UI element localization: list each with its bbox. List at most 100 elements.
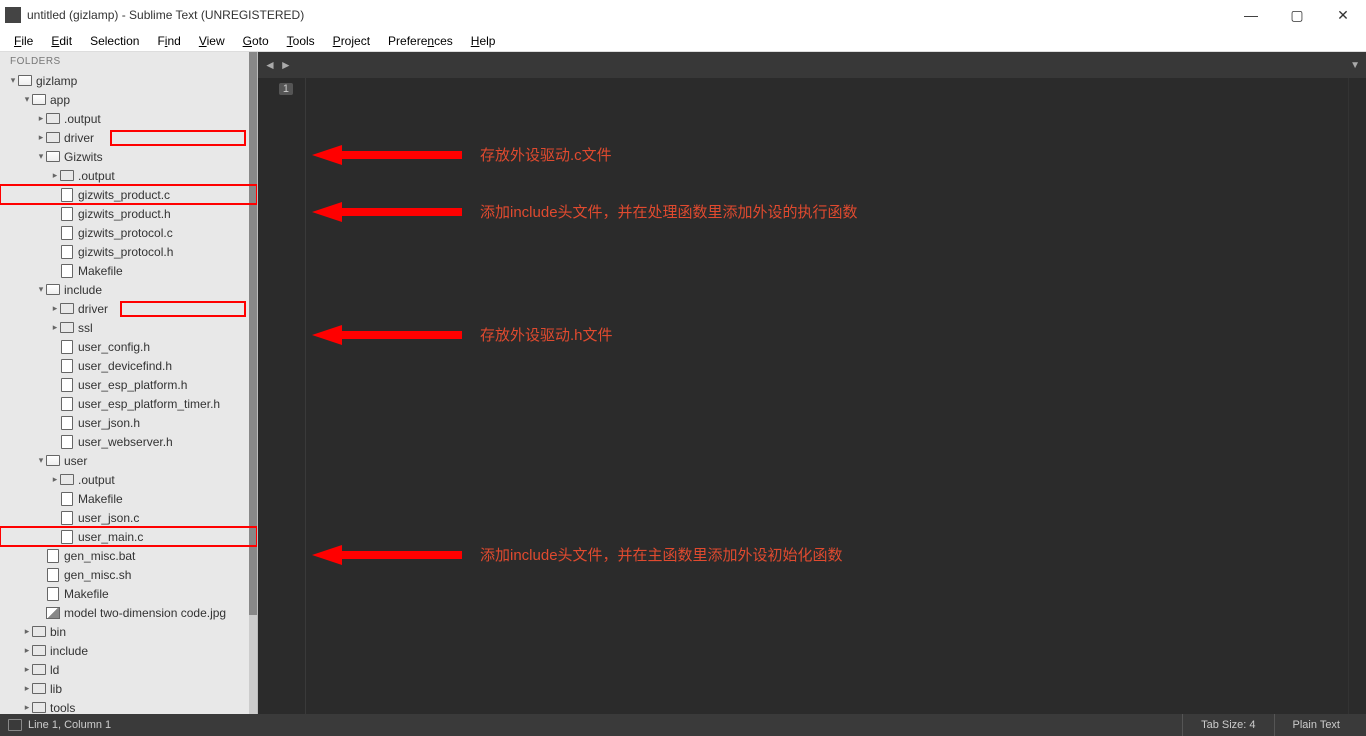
menu-edit[interactable]: Edit: [43, 32, 80, 50]
expand-arrow-icon[interactable]: ▾: [36, 151, 46, 162]
tree-item-label: lib: [50, 682, 62, 696]
tree-item-label: user_devicefind.h: [78, 359, 172, 373]
menu-goto[interactable]: Goto: [235, 32, 277, 50]
tree-item-label: Makefile: [78, 264, 123, 278]
folder-icon: [46, 131, 60, 145]
menu-file[interactable]: File: [6, 32, 41, 50]
file-icon: [60, 378, 74, 392]
tree-item[interactable]: ▾ Gizwits: [0, 147, 257, 166]
tree-item[interactable]: ▸ld: [0, 660, 257, 679]
menu-selection[interactable]: Selection: [82, 32, 147, 50]
tree-item[interactable]: ▸.output: [0, 470, 257, 489]
tree-item[interactable]: user_webserver.h: [0, 432, 257, 451]
tree-item[interactable]: ▸.output: [0, 109, 257, 128]
tree-item-label: user_config.h: [78, 340, 150, 354]
tab-menu-icon[interactable]: ▼: [1350, 60, 1360, 71]
tree-item[interactable]: user_main.c: [0, 527, 257, 546]
tab-strip: ◄ ► ▼: [258, 52, 1366, 78]
highlight-box: [120, 301, 246, 317]
tree-item[interactable]: user_config.h: [0, 337, 257, 356]
tree-item[interactable]: ▾app: [0, 90, 257, 109]
menu-tools[interactable]: Tools: [279, 32, 323, 50]
minimap[interactable]: [1348, 78, 1366, 714]
code-area[interactable]: 存放外设驱动.c文件添加include头文件，并在处理函数里添加外设的执行函数存…: [306, 78, 1348, 714]
console-icon[interactable]: [8, 719, 22, 731]
tree-item[interactable]: gizwits_protocol.h: [0, 242, 257, 261]
expand-arrow-icon[interactable]: ▸: [50, 474, 60, 485]
tree-item[interactable]: ▸bin: [0, 622, 257, 641]
status-syntax[interactable]: Plain Text: [1274, 714, 1359, 736]
expand-arrow-icon[interactable]: ▸: [36, 113, 46, 124]
folder-icon: [32, 644, 46, 658]
expand-arrow-icon[interactable]: ▸: [50, 322, 60, 333]
expand-arrow-icon[interactable]: ▸: [36, 132, 46, 143]
tree-item[interactable]: Makefile: [0, 584, 257, 603]
tree-item[interactable]: ▸include: [0, 641, 257, 660]
tree-item[interactable]: user_esp_platform.h: [0, 375, 257, 394]
arrow-icon: [312, 545, 462, 565]
file-icon: [60, 511, 74, 525]
folder-icon: [46, 112, 60, 126]
annotation: 存放外设驱动.c文件: [312, 144, 612, 165]
expand-arrow-icon[interactable]: ▾: [8, 75, 18, 86]
tree-item[interactable]: gizwits_product.h: [0, 204, 257, 223]
menu-find[interactable]: Find: [149, 32, 188, 50]
tree-item[interactable]: user_json.h: [0, 413, 257, 432]
tree-item-label: tools: [50, 701, 75, 715]
folder-open-icon: [46, 454, 60, 468]
tree-item[interactable]: ▸ ssl: [0, 318, 257, 337]
expand-arrow-icon[interactable]: ▾: [36, 284, 46, 295]
expand-arrow-icon[interactable]: ▸: [50, 303, 60, 314]
minimize-button[interactable]: —: [1228, 0, 1274, 30]
nav-forward-icon[interactable]: ►: [280, 58, 292, 72]
nav-back-icon[interactable]: ◄: [264, 58, 276, 72]
expand-arrow-icon[interactable]: ▸: [22, 626, 32, 637]
tree-item[interactable]: ▸driver: [0, 299, 257, 318]
tree-item[interactable]: user_devicefind.h: [0, 356, 257, 375]
editor-body[interactable]: 1 存放外设驱动.c文件添加include头文件，并在处理函数里添加外设的执行函…: [258, 78, 1366, 714]
tree-item[interactable]: ▾user: [0, 451, 257, 470]
file-icon: [60, 435, 74, 449]
sidebar-scrollbar[interactable]: [249, 52, 257, 714]
tree-item-label: driver: [64, 131, 94, 145]
tree-item[interactable]: ▸ lib: [0, 679, 257, 698]
expand-arrow-icon[interactable]: ▸: [22, 702, 32, 713]
menu-preferences[interactable]: Preferences: [380, 32, 461, 50]
line-gutter: 1: [258, 78, 306, 714]
menu-project[interactable]: Project: [325, 32, 378, 50]
annotation: 存放外设驱动.h文件: [312, 324, 613, 345]
tree-item[interactable]: ▸ tools: [0, 698, 257, 714]
tree-item[interactable]: ▾ include: [0, 280, 257, 299]
close-button[interactable]: ✕: [1320, 0, 1366, 30]
tree-item[interactable]: Makefile: [0, 489, 257, 508]
tree-item-label: Gizwits: [64, 150, 103, 164]
status-tab-size[interactable]: Tab Size: 4: [1182, 714, 1273, 736]
tree-item[interactable]: gizwits_product.c: [0, 185, 257, 204]
menu-help[interactable]: Help: [463, 32, 504, 50]
tree-item[interactable]: gizwits_protocol.c: [0, 223, 257, 242]
tree-item-label: include: [64, 283, 102, 297]
expand-arrow-icon[interactable]: ▸: [22, 645, 32, 656]
menu-view[interactable]: View: [191, 32, 233, 50]
tree-item[interactable]: user_esp_platform_timer.h: [0, 394, 257, 413]
expand-arrow-icon[interactable]: ▾: [36, 455, 46, 466]
expand-arrow-icon[interactable]: ▾: [22, 94, 32, 105]
arrow-icon: [312, 325, 462, 345]
expand-arrow-icon[interactable]: ▸: [22, 683, 32, 694]
expand-arrow-icon[interactable]: ▸: [50, 170, 60, 181]
tree-item[interactable]: model two-dimension code.jpg: [0, 603, 257, 622]
tree-item-label: ssl: [78, 321, 93, 335]
file-icon: [60, 530, 74, 544]
tree-item[interactable]: gen_misc.sh: [0, 565, 257, 584]
tree-item[interactable]: ▸.output: [0, 166, 257, 185]
maximize-button[interactable]: ▢: [1274, 0, 1320, 30]
tree-item[interactable]: Makefile: [0, 261, 257, 280]
folder-icon: [32, 663, 46, 677]
arrow-icon: [312, 145, 462, 165]
tree-item[interactable]: gen_misc.bat: [0, 546, 257, 565]
tree-item[interactable]: user_json.c: [0, 508, 257, 527]
tree-item[interactable]: ▸ driver: [0, 128, 257, 147]
tree-item[interactable]: ▾gizlamp: [0, 71, 257, 90]
expand-arrow-icon[interactable]: ▸: [22, 664, 32, 675]
folder-open-icon: [46, 283, 60, 297]
